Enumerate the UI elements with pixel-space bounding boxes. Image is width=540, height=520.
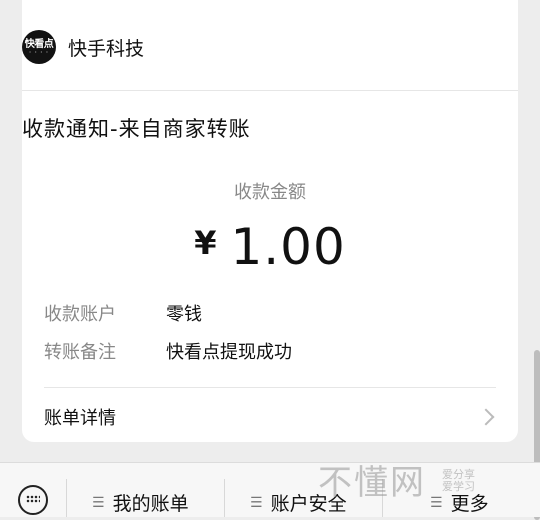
chevron-right-icon (477, 408, 495, 426)
menu-my-bill[interactable]: ☰ 我的账单 (92, 489, 189, 516)
menu-separator (224, 479, 225, 517)
amount-label: 收款金额 (234, 182, 306, 203)
menu-icon: ☰ (92, 494, 105, 511)
amount-value: 1.00 (230, 218, 346, 276)
currency-symbol: ¥ (194, 224, 217, 262)
menu-icon: ☰ (250, 494, 263, 511)
bill-details-label: 账单详情 (44, 408, 116, 429)
detail-key: 转账备注 (44, 342, 116, 363)
menu-separator (66, 479, 67, 517)
menu-more[interactable]: ☰ 更多 (430, 489, 489, 516)
detail-value: 快看点提现成功 (166, 342, 292, 363)
merchant-header[interactable]: 快看点 · · · · 快手科技 (22, 30, 144, 64)
detail-row-account: 收款账户 零钱 (44, 300, 202, 326)
logo-text: 快看点 (24, 38, 54, 50)
menu-account-security[interactable]: ☰ 账户安全 (250, 489, 347, 516)
bill-details-link[interactable]: 账单详情 (44, 400, 496, 434)
bill-divider (44, 387, 496, 388)
detail-row-remark: 转账备注 快看点提现成功 (44, 338, 292, 364)
detail-key: 收款账户 (44, 304, 116, 325)
menu-separator (382, 479, 383, 517)
keyboard-icon[interactable] (18, 485, 48, 515)
menu-label: 我的账单 (112, 493, 189, 515)
amount: ¥1.00 (22, 218, 518, 276)
detail-value: 零钱 (166, 304, 202, 325)
bottom-menu-bar: ☰ 我的账单 ☰ 账户安全 ☰ 更多 (0, 462, 540, 517)
menu-label: 账户安全 (270, 493, 347, 515)
merchant-logo-icon: 快看点 · · · · (22, 30, 56, 64)
menu-icon: ☰ (430, 494, 443, 511)
notice-title: 收款通知-来自商家转账 (22, 117, 251, 141)
header-divider (22, 90, 518, 91)
menu-label: 更多 (450, 493, 489, 515)
merchant-name: 快手科技 (68, 37, 145, 60)
